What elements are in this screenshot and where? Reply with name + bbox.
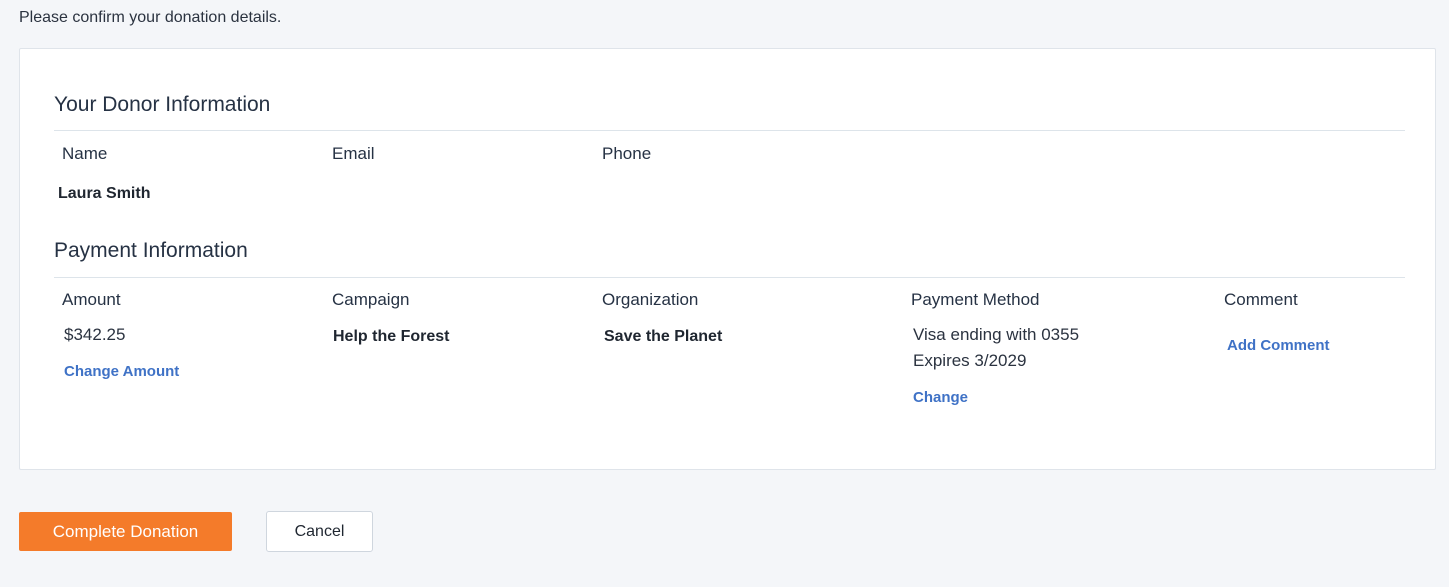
donor-divider [54, 130, 1405, 131]
donor-name-header: Name [62, 144, 108, 163]
donor-section-title: Your Donor Information [54, 93, 271, 116]
payment-method-card: Visa ending with 0355 [913, 325, 1080, 344]
cancel-button[interactable]: Cancel [266, 511, 373, 552]
comment-header: Comment [1224, 290, 1298, 309]
donation-details-card: Your Donor Information Name Email Phone … [19, 48, 1436, 470]
donor-email-header: Email [332, 144, 375, 163]
payment-method-expiry: Expires 3/2029 [913, 351, 1027, 370]
donor-name-value: Laura Smith [58, 185, 151, 202]
change-payment-method-link[interactable]: Change [913, 389, 968, 406]
payment-divider [54, 277, 1405, 278]
organization-value: Save the Planet [604, 328, 723, 345]
payment-section-title: Payment Information [54, 239, 248, 262]
amount-value: $342.25 [64, 325, 126, 344]
payment-method-header: Payment Method [911, 290, 1040, 309]
donor-phone-header: Phone [602, 144, 652, 163]
campaign-value: Help the Forest [333, 328, 450, 345]
change-amount-link[interactable]: Change Amount [64, 363, 179, 380]
campaign-header: Campaign [332, 290, 410, 309]
complete-donation-button[interactable]: Complete Donation [19, 512, 232, 551]
add-comment-link[interactable]: Add Comment [1227, 337, 1330, 354]
intro-text: Please confirm your donation details. [19, 9, 282, 26]
organization-header: Organization [602, 290, 699, 309]
amount-header: Amount [62, 290, 121, 309]
